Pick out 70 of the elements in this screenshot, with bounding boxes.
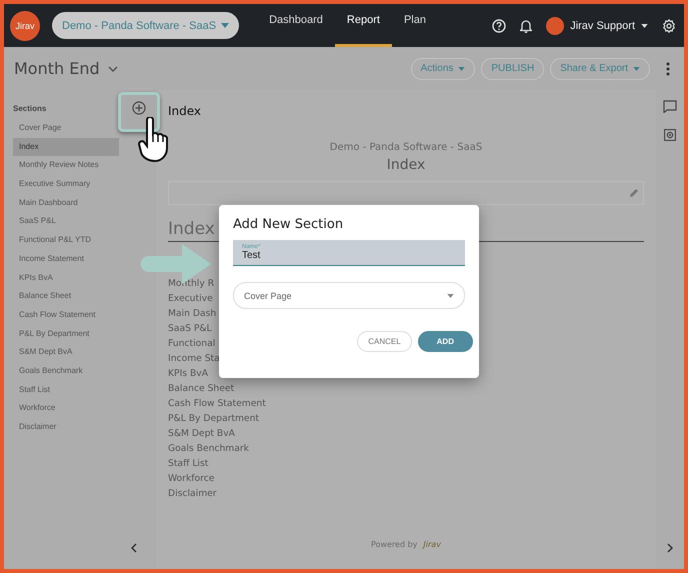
user-menu[interactable]: Jirav Support xyxy=(546,16,648,34)
caret-icon xyxy=(447,294,454,298)
plus-circle-icon xyxy=(132,101,146,115)
dialog-title: Add New Section xyxy=(233,217,344,232)
toolbar-button[interactable]: PUBLISH xyxy=(481,58,544,80)
sidebar-item[interactable]: S&M Dept BvA xyxy=(13,343,119,362)
more-icon[interactable] xyxy=(666,62,670,76)
caret-icon xyxy=(641,24,648,28)
avatar-icon xyxy=(546,16,564,34)
sidebar-item[interactable]: Cash Flow Statement xyxy=(13,306,119,325)
nav-tab[interactable]: Dashboard xyxy=(257,4,335,47)
caret-icon xyxy=(221,23,230,28)
index-item: Cash Flow Statement xyxy=(168,397,266,411)
powered-by-text: Powered by xyxy=(371,540,418,549)
bell-icon[interactable] xyxy=(520,18,532,32)
report-company: Demo - Panda Software - SaaS xyxy=(328,142,484,153)
caret-icon xyxy=(458,66,466,70)
sidebar-item[interactable]: Cover Page xyxy=(13,119,119,138)
sidebar-item[interactable]: Disclaimer xyxy=(13,418,119,437)
help-icon[interactable] xyxy=(492,18,506,32)
chevron-down-icon xyxy=(108,66,118,72)
chevron-right-icon[interactable] xyxy=(667,543,673,553)
page-title: Index xyxy=(386,157,426,173)
brand-logo: Jirav xyxy=(423,540,441,549)
nav-tab[interactable]: Plan xyxy=(392,4,438,47)
index-item: Income Sta xyxy=(168,352,220,366)
nav-tab[interactable]: Report xyxy=(334,4,392,47)
index-item: Executive xyxy=(168,292,213,306)
comment-icon[interactable] xyxy=(663,100,677,113)
sidebar-item[interactable]: SaaS P&L xyxy=(13,212,119,232)
sidebar-item[interactable]: Balance Sheet xyxy=(13,287,119,306)
index-item: Main Dash xyxy=(168,307,216,321)
index-item: Monthly R xyxy=(168,277,214,291)
sidebar-item[interactable]: Main Dashboard xyxy=(13,194,119,212)
position-select[interactable]: Cover Page xyxy=(233,282,465,309)
logo[interactable]: Jirav xyxy=(10,10,40,40)
index-item: Balance Sheet xyxy=(168,382,234,396)
caret-icon xyxy=(633,66,640,70)
logo-text: Jirav xyxy=(15,20,34,30)
toolbar-button[interactable]: Share & Export xyxy=(550,58,650,80)
company-selector[interactable]: Demo - Panda Software - SaaS xyxy=(52,12,240,39)
index-item: P&L By Department xyxy=(168,412,260,426)
toolbar-button[interactable]: Actions xyxy=(410,58,476,80)
field-value: Test xyxy=(242,250,262,261)
index-item: S&M Dept BvA xyxy=(168,427,235,441)
index-item: Workforce xyxy=(168,472,214,486)
add-section-button[interactable] xyxy=(118,92,160,132)
index-item: SaaS P&L xyxy=(168,322,212,336)
sidebar-item[interactable]: Income Statement xyxy=(13,250,119,268)
sidebar-item[interactable]: Workforce xyxy=(13,399,119,418)
sidebar-item[interactable]: P&L By Department xyxy=(13,324,119,344)
sidebar-item[interactable]: Monthly Review Notes xyxy=(13,156,119,176)
sidebar-item[interactable]: KPIs BvA xyxy=(13,268,119,288)
cancel-button[interactable]: CANCEL xyxy=(357,331,412,352)
hand-cursor-icon xyxy=(138,117,168,163)
chevron-left-icon[interactable] xyxy=(131,543,137,553)
index-item: Goals Benchmark xyxy=(168,442,249,456)
sidebar-heading: Sections xyxy=(13,104,46,113)
sidebar-item[interactable]: Index xyxy=(13,138,119,156)
add-button[interactable]: ADD xyxy=(418,331,473,352)
index-item: Disclaimer xyxy=(168,487,217,501)
sidebar-item[interactable]: Functional P&L YTD xyxy=(13,231,119,250)
index-item: Staff List xyxy=(168,457,208,471)
sidebar-item[interactable]: Staff List xyxy=(13,380,119,400)
report-title[interactable]: Month End xyxy=(14,59,118,78)
index-item: KPIs BvA xyxy=(168,367,208,381)
index-item: Functional xyxy=(168,337,216,351)
sidebar-item[interactable]: Executive Summary xyxy=(13,175,119,194)
section-title: Index xyxy=(168,104,202,118)
sidebar-item[interactable]: Goals Benchmark xyxy=(13,362,119,381)
